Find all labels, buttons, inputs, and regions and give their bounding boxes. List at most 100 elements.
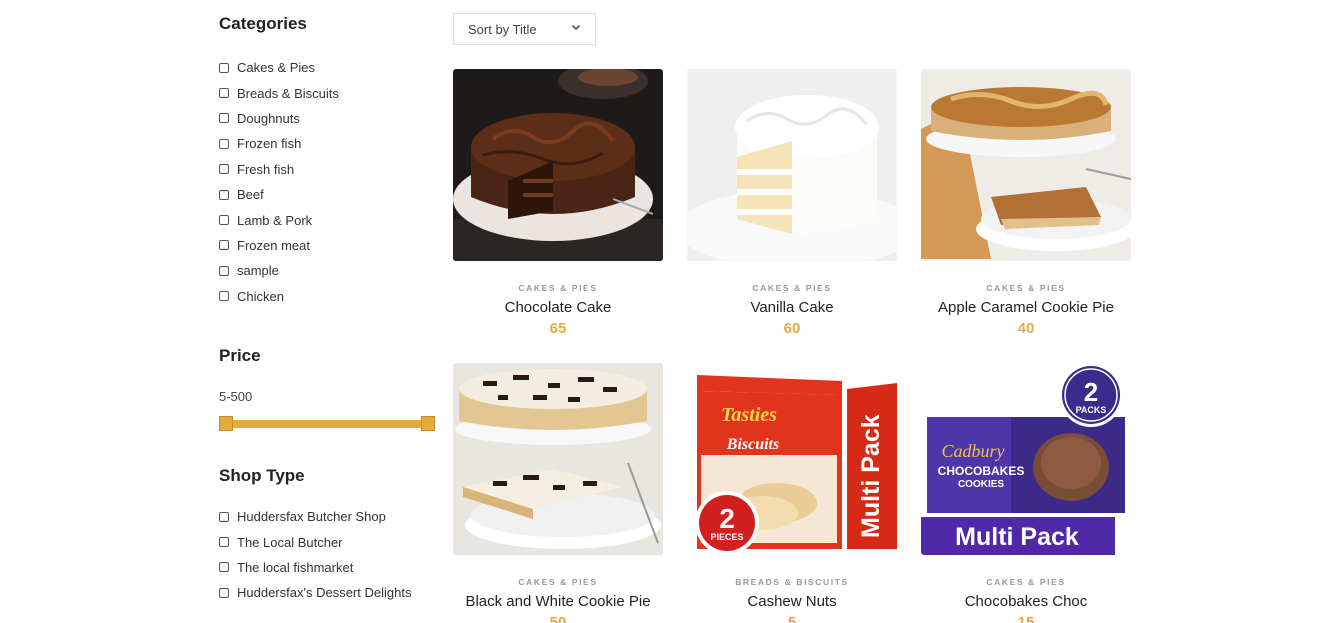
price-min-handle[interactable] — [219, 416, 233, 431]
shop-item-local-fishmarket[interactable]: The local fishmarket — [219, 555, 411, 580]
price-heading: Price — [219, 346, 261, 365]
product-title[interactable]: Cashew Nuts — [687, 593, 897, 610]
product-price: 5 — [787, 614, 797, 623]
product-image[interactable]: Cadbury CHOCOBAKES COOKIES Multi Pack 2 … — [921, 363, 1131, 555]
product-category: BREADS & BISCUITS — [735, 577, 849, 587]
multi-pack-text: Multi Pack — [857, 414, 885, 538]
product-card[interactable]: CAKES & PIES Vanilla Cake 60 — [687, 69, 897, 337]
checkbox[interactable] — [219, 240, 229, 251]
checkbox[interactable] — [219, 511, 229, 522]
checkbox[interactable] — [219, 62, 229, 73]
shop-label: Huddersfax Butcher Shop — [237, 509, 386, 525]
checkbox[interactable] — [219, 265, 229, 276]
product-category: CAKES & PIES — [986, 283, 1066, 293]
category-item-fresh-fish[interactable]: Fresh fish — [219, 157, 339, 182]
product-title[interactable]: Chocobakes Choc — [921, 593, 1131, 610]
product-image[interactable] — [453, 363, 663, 555]
tasties-count-unit-text: PIECES — [710, 532, 743, 542]
checkbox[interactable] — [219, 587, 229, 598]
cookie-pie-image — [453, 363, 663, 555]
chocobakes-image: Cadbury CHOCOBAKES COOKIES Multi Pack 2 … — [921, 363, 1131, 555]
product-card[interactable]: CAKES & PIES Black and White Cookie Pie … — [453, 363, 663, 623]
chocobakes-product-text: CHOCOBAKES — [938, 464, 1025, 478]
category-label: sample — [237, 263, 279, 279]
sort-label: Sort by Title — [468, 21, 537, 37]
shop-item-dessert-delights[interactable]: Huddersfax's Dessert Delights — [219, 580, 411, 605]
price-range-label: 5-500 — [219, 389, 253, 404]
category-item-lamb-pork[interactable]: Lamb & Pork — [219, 207, 339, 232]
shop-label: The local fishmarket — [237, 559, 354, 575]
product-image[interactable]: Tasties Biscuits Multi Pack 2 PIECES — [687, 363, 897, 555]
category-item-beef[interactable]: Beef — [219, 182, 339, 207]
product-title[interactable]: Chocolate Cake — [453, 299, 663, 316]
vanilla-cake-image — [687, 69, 897, 261]
price-slider-track[interactable] — [221, 420, 433, 428]
category-label: Doughnuts — [237, 110, 300, 126]
product-category: CAKES & PIES — [986, 577, 1066, 587]
tasties-product-text: Biscuits — [726, 436, 779, 453]
product-price: 65 — [549, 320, 567, 337]
product-card[interactable]: Tasties Biscuits Multi Pack 2 PIECES BRE… — [687, 363, 897, 623]
product-price: 60 — [783, 320, 801, 337]
shop-item-local-butcher[interactable]: The Local Butcher — [219, 529, 411, 554]
category-label: Lamb & Pork — [237, 212, 313, 228]
tasties-count-text: 2 — [719, 503, 735, 534]
chocolate-cake-image — [453, 69, 663, 261]
category-label: Frozen meat — [237, 237, 310, 253]
product-image[interactable] — [921, 69, 1131, 261]
category-label: Fresh fish — [237, 161, 295, 177]
shop-type-list: Huddersfax Butcher Shop The Local Butche… — [219, 504, 411, 606]
checkbox[interactable] — [219, 537, 229, 548]
category-item-frozen-meat[interactable]: Frozen meat — [219, 233, 339, 258]
price-max-handle[interactable] — [421, 416, 435, 431]
category-label: Frozen fish — [237, 136, 302, 152]
product-price: 15 — [1017, 614, 1035, 623]
category-item-breads-biscuits[interactable]: Breads & Biscuits — [219, 80, 339, 105]
shop-item-huddersfax-butcher[interactable]: Huddersfax Butcher Shop — [219, 504, 411, 529]
categories-heading: Categories — [219, 14, 307, 33]
checkbox[interactable] — [219, 88, 229, 99]
category-item-doughnuts[interactable]: Doughnuts — [219, 106, 339, 131]
checkbox[interactable] — [219, 164, 229, 175]
checkbox[interactable] — [219, 291, 229, 302]
product-title[interactable]: Vanilla Cake — [687, 299, 897, 316]
category-label: Cakes & Pies — [237, 60, 316, 76]
product-category: CAKES & PIES — [752, 283, 832, 293]
product-price: 50 — [549, 614, 567, 623]
checkbox[interactable] — [219, 138, 229, 149]
category-item-frozen-fish[interactable]: Frozen fish — [219, 131, 339, 156]
category-item-cakes-pies[interactable]: Cakes & Pies — [219, 55, 339, 80]
tasties-biscuits-image: Tasties Biscuits Multi Pack 2 PIECES — [687, 363, 897, 555]
chevron-down-icon — [571, 24, 581, 31]
product-card[interactable]: CAKES & PIES Apple Caramel Cookie Pie 40 — [921, 69, 1131, 337]
checkbox[interactable] — [219, 215, 229, 226]
category-label: Chicken — [237, 288, 284, 304]
choco-count-text: 2 — [1084, 377, 1098, 407]
product-category: CAKES & PIES — [518, 283, 598, 293]
category-item-sample[interactable]: sample — [219, 258, 339, 283]
product-card[interactable]: Cadbury CHOCOBAKES COOKIES Multi Pack 2 … — [921, 363, 1131, 623]
category-label: Beef — [237, 187, 264, 203]
multi-pack-text: Multi Pack — [955, 523, 1079, 551]
shop-label: Huddersfax's Dessert Delights — [237, 585, 412, 601]
checkbox[interactable] — [219, 562, 229, 573]
product-category: CAKES & PIES — [518, 577, 598, 587]
category-item-chicken[interactable]: Chicken — [219, 284, 339, 309]
checkbox[interactable] — [219, 189, 229, 200]
product-price: 40 — [1017, 320, 1035, 337]
apple-pie-image — [921, 69, 1131, 261]
price-slider[interactable] — [219, 416, 435, 432]
product-image[interactable] — [687, 69, 897, 261]
product-image[interactable] — [453, 69, 663, 261]
product-title[interactable]: Apple Caramel Cookie Pie — [921, 299, 1131, 316]
shop-type-heading: Shop Type — [219, 466, 305, 485]
checkbox[interactable] — [219, 113, 229, 124]
shop-label: The Local Butcher — [237, 534, 343, 550]
cadbury-brand-text: Cadbury — [942, 441, 1005, 461]
chocobakes-sub-text: COOKIES — [958, 479, 1004, 490]
category-label: Breads & Biscuits — [237, 85, 339, 101]
choco-count-unit-text: PACKS — [1076, 405, 1107, 415]
sort-dropdown[interactable]: Sort by Title — [453, 13, 596, 45]
product-card[interactable]: CAKES & PIES Chocolate Cake 65 — [453, 69, 663, 337]
product-title[interactable]: Black and White Cookie Pie — [453, 593, 663, 610]
